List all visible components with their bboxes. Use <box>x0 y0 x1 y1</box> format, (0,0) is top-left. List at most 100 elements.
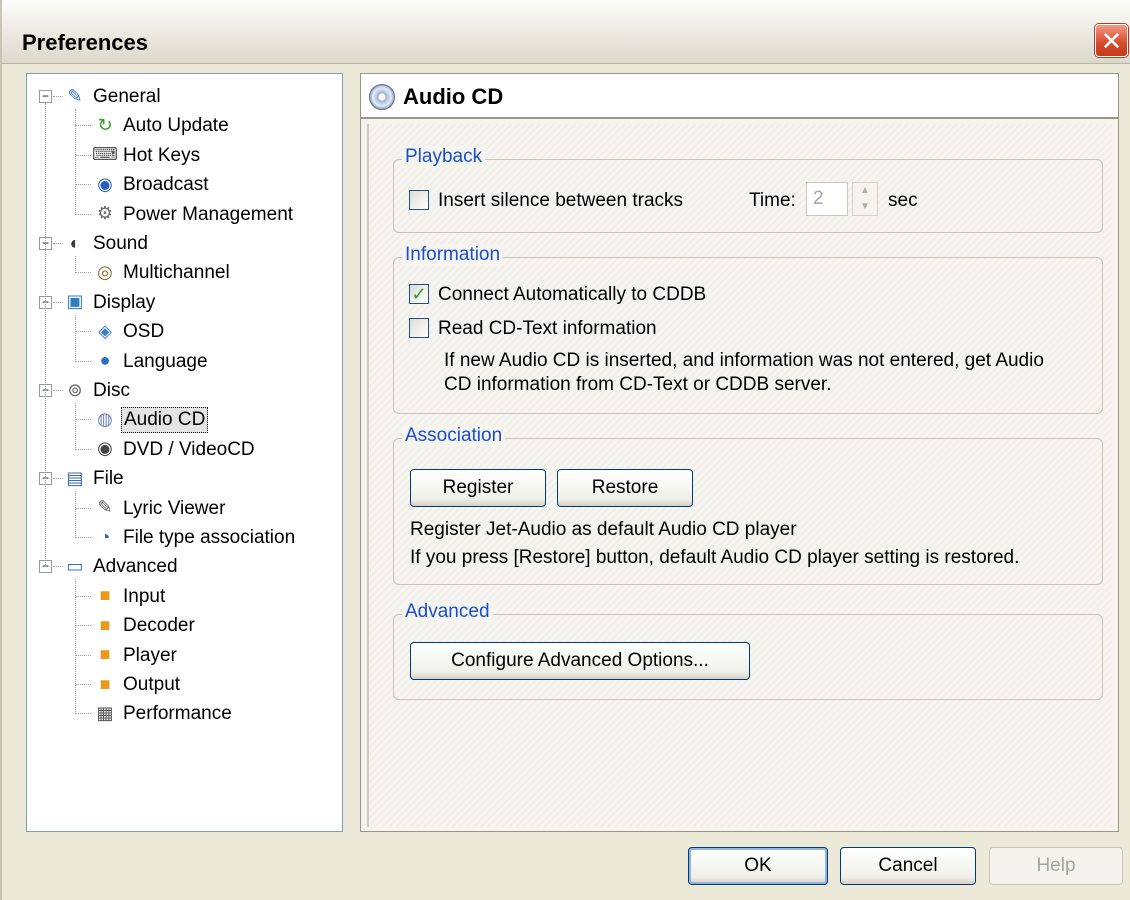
tree-connector <box>53 243 63 244</box>
playback-group: Playback Insert silence between tracks T… <box>393 146 1103 233</box>
connect-cddb-checkbox[interactable]: ✓ <box>409 284 429 304</box>
association-legend: Association <box>402 425 506 447</box>
tree-connector <box>75 256 76 274</box>
speakers-icon: ◎ <box>97 261 113 282</box>
tree-connector <box>75 684 91 685</box>
advanced-group: Advanced Configure Advanced Options... <box>393 601 1103 700</box>
close-button[interactable]: ✕ <box>1095 24 1128 57</box>
configure-advanced-button[interactable]: Configure Advanced Options... <box>410 642 750 680</box>
ok-button[interactable]: OK <box>688 847 828 885</box>
tree-item-player[interactable]: ■ Player <box>27 642 337 670</box>
tree-item-file[interactable]: − ▤ File <box>27 465 337 493</box>
tree-connector <box>75 154 91 156</box>
window-title: Preferences <box>22 30 148 55</box>
tree-connector <box>53 301 63 303</box>
tree-item-performance[interactable]: ▦ Performance <box>27 700 337 728</box>
panel-header: Audio CD <box>361 74 1118 119</box>
category-tree[interactable]: − ✎ General ↻ Auto Update ⌨ Hot Keys ◉ Broadcast… <box>26 73 343 832</box>
tree-connector <box>53 96 63 97</box>
tree-item-sound[interactable]: − ◐ Sound <box>27 230 337 258</box>
cube-icon: ■ <box>99 644 111 665</box>
title-bar[interactable]: Preferences ✕ <box>2 0 1130 64</box>
tree-connector <box>75 713 91 715</box>
tree-item-label: Display <box>93 291 156 313</box>
tree-connector <box>75 625 91 627</box>
tree-item-file-type-association[interactable]: ◔ File type association <box>27 524 337 552</box>
tree-item-label: Player <box>123 644 177 666</box>
tree-item-advanced[interactable]: − ▭ Advanced <box>27 553 337 581</box>
panel-body: Playback Insert silence between tracks T… <box>367 124 1112 827</box>
read-cdtext-label[interactable]: Read CD-Text information <box>438 318 657 340</box>
information-description-line2: CD information from CD-Text or CDDB serv… <box>444 374 832 395</box>
restore-button[interactable]: Restore <box>557 469 693 507</box>
tree-item-dvd-videocd[interactable]: ◉ DVD / VideoCD <box>27 436 337 464</box>
information-description-line1: If new Audio CD is inserted, and informa… <box>444 350 1044 371</box>
tree-item-input[interactable]: ■ Input <box>27 583 337 611</box>
settings-panel: Audio CD Playback Insert silence between… <box>360 73 1119 832</box>
tree-item-power-management[interactable]: ⚙ Power Management <box>27 201 337 229</box>
tree-connector <box>75 331 91 333</box>
file-icon: ▤ <box>66 467 84 488</box>
tree-item-output[interactable]: ■ Output <box>27 671 337 699</box>
connect-cddb-label[interactable]: Connect Automatically to CDDB <box>438 284 706 306</box>
tree-item-language[interactable]: ● Language <box>27 348 337 376</box>
tree-connector <box>75 654 91 656</box>
tree-item-display[interactable]: − ▣ Display <box>27 289 337 317</box>
tree-connector <box>45 103 46 568</box>
spin-down-icon[interactable]: ▼ <box>853 199 877 215</box>
tree-connector <box>53 478 63 480</box>
time-label: Time: <box>749 190 796 211</box>
tree-connector <box>75 595 91 597</box>
help-button[interactable]: Help <box>989 847 1123 885</box>
tree-connector <box>75 184 91 186</box>
time-input[interactable]: 2 <box>806 182 848 216</box>
insert-silence-label[interactable]: Insert silence between tracks <box>438 190 683 212</box>
tree-item-label: Output <box>123 674 181 695</box>
panel-title: Audio CD <box>403 84 504 109</box>
tree-connector <box>75 125 91 127</box>
cube-icon: ■ <box>99 614 111 635</box>
cube-icon: ■ <box>99 585 111 606</box>
advanced-icon: ▭ <box>66 555 84 576</box>
tree-item-label: Performance <box>123 703 232 725</box>
tree-item-audio-cd[interactable]: ◍ Audio CD <box>27 406 337 434</box>
tree-item-general[interactable]: − ✎ General <box>27 83 337 111</box>
tree-item-label: Disc <box>93 380 130 401</box>
cancel-button[interactable]: Cancel <box>840 847 976 885</box>
tree-connector <box>53 390 63 391</box>
tree-item-hot-keys[interactable]: ⌨ Hot Keys <box>27 142 337 170</box>
time-spinner[interactable]: ▲ ▼ <box>852 182 878 216</box>
tree-connector <box>75 213 91 215</box>
tree-connector <box>75 507 91 509</box>
read-cdtext-checkbox[interactable] <box>409 318 429 338</box>
globe-icon: ● <box>99 350 111 371</box>
tree-connector <box>75 537 91 538</box>
broadcast-icon: ◉ <box>97 173 113 194</box>
tree-item-multichannel[interactable]: ◎ Multichannel <box>27 259 337 287</box>
power-icon: ⚙ <box>96 203 114 224</box>
playback-legend: Playback <box>402 146 486 168</box>
dvd-icon: ◉ <box>97 438 113 459</box>
tree-item-broadcast[interactable]: ◉ Broadcast <box>27 171 337 199</box>
tree-item-auto-update[interactable]: ↻ Auto Update <box>27 112 337 140</box>
tree-item-label: Sound <box>93 233 148 254</box>
tree-item-label: Broadcast <box>123 174 209 196</box>
time-unit: sec <box>888 190 918 211</box>
collapse-icon[interactable]: − <box>39 90 52 103</box>
association-text-line2: If you press [Restore] button, default A… <box>410 547 1020 568</box>
association-group: Association Register Restore Register Je… <box>393 425 1103 585</box>
information-legend: Information <box>402 244 504 266</box>
disc-drive-icon: ⊚ <box>67 379 83 400</box>
register-button[interactable]: Register <box>410 469 546 507</box>
insert-silence-checkbox[interactable] <box>409 190 429 210</box>
tree-item-label: File type association <box>123 527 296 548</box>
tree-item-decoder[interactable]: ■ Decoder <box>27 612 337 640</box>
tree-item-disc[interactable]: − ⊚ Disc <box>27 377 337 405</box>
file-association-icon: ◔ <box>99 526 111 547</box>
chip-icon: ▦ <box>96 702 114 723</box>
information-group: Information ✓ Connect Automatically to C… <box>393 244 1103 414</box>
tree-item-lyric-viewer[interactable]: ✎ Lyric Viewer <box>27 495 337 523</box>
tree-connector <box>53 566 63 568</box>
spin-up-icon[interactable]: ▲ <box>853 183 877 199</box>
tree-item-osd[interactable]: ◈ OSD <box>27 318 337 346</box>
